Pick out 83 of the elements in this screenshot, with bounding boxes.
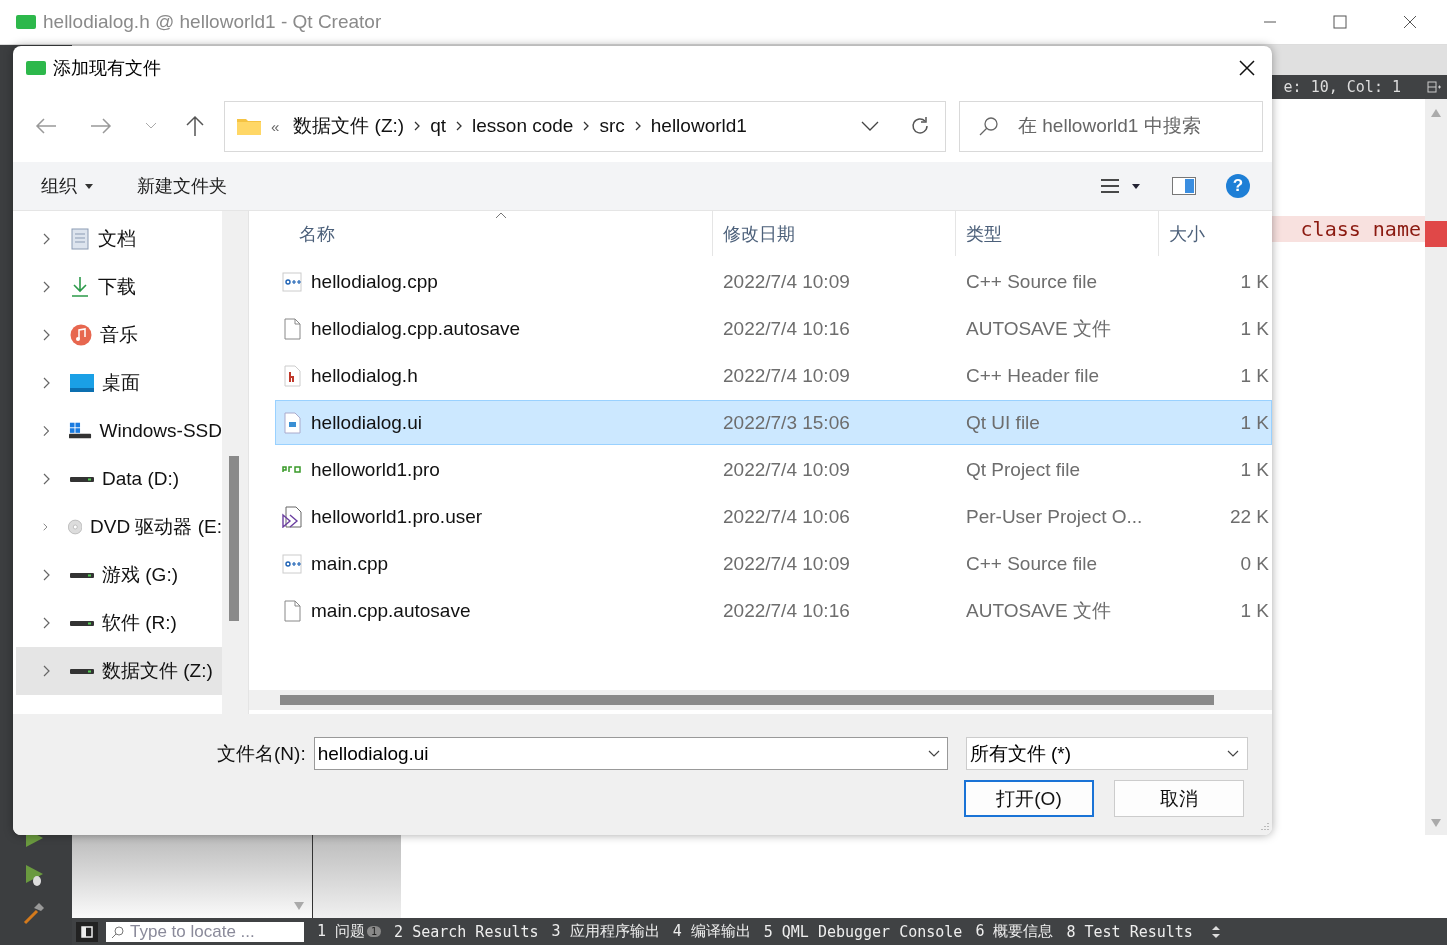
file-row[interactable]: hellodialog.h 2022/7/4 10:09 C++ Header file 1 K (275, 353, 1272, 398)
nav-item[interactable]: 桌面 (13, 359, 222, 407)
file-type: Per-User Project O... (965, 505, 1144, 528)
output-tab[interactable]: 4 编译输出 (672, 922, 751, 941)
column-header[interactable]: 名称 (249, 211, 712, 256)
output-tab[interactable]: 8 Test Results (1066, 922, 1193, 941)
nav-item[interactable]: 游戏 (G:) (13, 551, 222, 599)
file-name-label: 文件名(N): (217, 741, 306, 766)
file-size: 1 K (1239, 364, 1270, 387)
file-row[interactable]: hellodialog.ui 2022/7/3 15:06 Qt UI file 1 K (275, 400, 1272, 445)
output-tab[interactable]: 6 概要信息 (975, 922, 1054, 941)
file-row[interactable]: helloworld1.pro.user 2022/7/4 10:06 Per-User Project O... 22 K (275, 494, 1272, 539)
output-tab[interactable]: 3 应用程序输出 (551, 922, 660, 941)
file-size: 1 K (1239, 458, 1270, 481)
file-type: C++ Source file (965, 270, 1098, 293)
column-header[interactable]: 修改日期 (712, 211, 955, 256)
modified-date: 2022/7/4 10:16 (722, 317, 851, 340)
file-name: hellodialog.cpp (311, 270, 438, 293)
file-size: 1 K (1239, 317, 1270, 340)
nav-item[interactable]: DVD 驱动器 (E: (13, 503, 222, 551)
nav-item[interactable]: Data (D:) (13, 455, 222, 503)
column-header[interactable]: 大小 (1158, 211, 1272, 256)
file-name: helloworld1.pro (311, 458, 440, 481)
nav-item[interactable]: 文档 (13, 215, 222, 263)
nav-item[interactable]: 下载 (13, 263, 222, 311)
locator-field[interactable]: Type to locate ... (106, 921, 304, 942)
file-type: Qt Project file (965, 458, 1082, 481)
file-name: hellodialog.cpp.autosave (311, 317, 521, 340)
cancel-button[interactable]: 取消 (1114, 780, 1244, 817)
file-size: 1 K (1239, 270, 1270, 293)
breadcrumb[interactable]: helloworld1 (650, 115, 747, 137)
file-name: hellodialog.h (311, 364, 418, 387)
breadcrumb[interactable]: qt (430, 115, 447, 137)
file-type: Qt UI file (965, 411, 1041, 434)
column-header[interactable]: 类型 (955, 211, 1158, 256)
code-line: class name (1300, 217, 1421, 241)
file-name: main.cpp.autosave (311, 599, 471, 622)
file-row[interactable]: main.cpp.autosave 2022/7/4 10:16 AUTOSAVE 文件 1 K (275, 588, 1272, 633)
output-tab[interactable]: 1 问题 1 (317, 922, 382, 941)
file-name: hellodialog.ui (311, 411, 422, 434)
breadcrumb[interactable]: 数据文件 (Z:) (293, 113, 405, 139)
output-tab[interactable]: 2 Search Results (394, 922, 539, 941)
file-type: C++ Source file (965, 552, 1098, 575)
modified-date: 2022/7/4 10:09 (722, 458, 851, 481)
file-row[interactable]: hellodialog.cpp 2022/7/4 10:09 C++ Source file 1 K (275, 259, 1272, 304)
search-field[interactable]: 在 helloworld1 中搜索 (959, 100, 1263, 152)
file-name-field[interactable]: hellodialog.ui (313, 737, 948, 770)
modified-date: 2022/7/4 10:09 (722, 270, 851, 293)
nav-item[interactable]: 软件 (R:) (13, 599, 222, 647)
nav-item[interactable]: Windows-SSD (13, 407, 222, 455)
file-size: 22 K (1228, 505, 1270, 528)
nav-item[interactable]: 数据文件 (Z:) (16, 647, 222, 695)
overflow-mark[interactable]: « (271, 117, 280, 135)
file-row[interactable]: hellodialog.cpp.autosave 2022/7/4 10:16 AUTOSAVE 文件 1 K (275, 306, 1272, 351)
file-type: AUTOSAVE 文件 (965, 316, 1112, 341)
file-size: 1 K (1239, 599, 1270, 622)
modified-date: 2022/7/4 10:09 (722, 364, 851, 387)
dialog-title: 添加现有文件 (53, 57, 161, 80)
help-button[interactable]: ? (1226, 174, 1250, 198)
file-name: helloworld1.pro.user (311, 505, 483, 528)
modified-date: 2022/7/4 10:16 (722, 599, 851, 622)
file-size: 1 K (1239, 411, 1270, 434)
count-badge: 1 (367, 926, 382, 937)
file-type: AUTOSAVE 文件 (965, 598, 1112, 623)
file-name: main.cpp (311, 552, 389, 575)
open-button[interactable]: 打开(O) (964, 780, 1094, 817)
modified-date: 2022/7/4 10:09 (722, 552, 851, 575)
file-size: 0 K (1239, 552, 1270, 575)
file-type-dropdown[interactable]: 所有文件 (*) (965, 737, 1248, 770)
file-row[interactable]: helloworld1.pro 2022/7/4 10:09 Qt Project file 1 K (275, 447, 1272, 492)
nav-item[interactable]: 音乐 (13, 311, 222, 359)
breadcrumb[interactable]: src (599, 115, 625, 137)
address-bar[interactable]: « 数据文件 (Z:) qt lesson code src helloworld1 (224, 100, 946, 152)
output-tab[interactable]: 5 QML Debugger Console (763, 922, 963, 941)
window-title: hellodialog.h @ helloworld1 - Qt Creator (43, 11, 382, 33)
file-type: C++ Header file (965, 364, 1101, 387)
file-row[interactable]: main.cpp 2022/7/4 10:09 C++ Source file 0 K (275, 541, 1272, 586)
cursor-position: e: 10, Col: 1 (1283, 78, 1401, 96)
modified-date: 2022/7/4 10:06 (722, 505, 851, 528)
modified-date: 2022/7/3 15:06 (722, 411, 851, 434)
new-folder-button[interactable]: 新建文件夹 (125, 168, 239, 204)
breadcrumb[interactable]: lesson code (472, 115, 574, 137)
organize-button[interactable]: 组织 (29, 168, 105, 204)
